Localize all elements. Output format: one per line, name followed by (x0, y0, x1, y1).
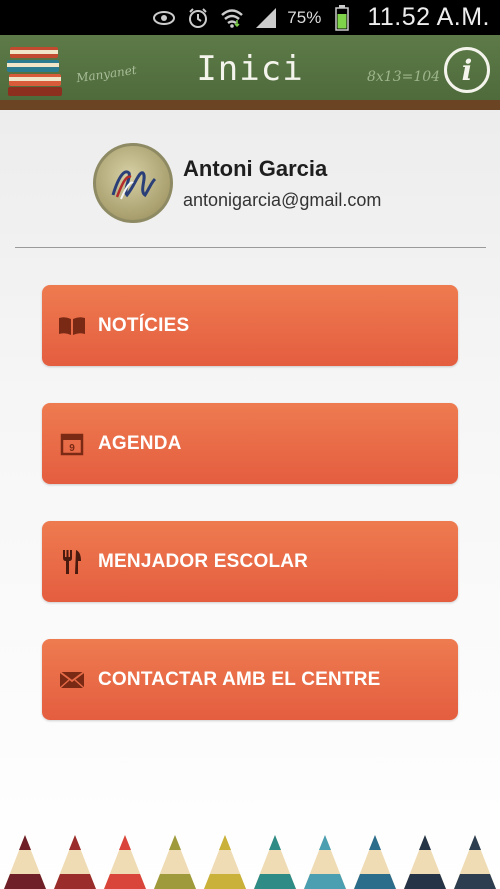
signal-icon (253, 5, 279, 31)
pencil (304, 835, 346, 889)
wifi-icon (219, 5, 245, 31)
pencil (154, 835, 196, 889)
user-profile: Antoni Garcia antonigarcia@gmail.com (93, 143, 381, 223)
info-button[interactable]: i (444, 47, 490, 93)
action-bar: Manyanet Inici 8x13=104 i (0, 35, 500, 110)
pencil (104, 835, 146, 889)
status-clock: 11.52 A.M. (367, 3, 490, 31)
agenda-label: AGENDA (98, 432, 182, 454)
avatar (93, 143, 173, 223)
contact-label: CONTACTAR AMB EL CENTRE (98, 668, 381, 690)
status-bar: 75% 11.52 A.M. (0, 0, 500, 35)
pencils-decoration (4, 835, 496, 889)
pencil (354, 835, 396, 889)
chalk-text-right: 8x13=104 (367, 69, 441, 85)
news-label: NOTÍCIES (98, 314, 190, 336)
info-icon: i (461, 53, 473, 87)
dining-button[interactable]: MENJADOR ESCOLAR (42, 521, 458, 602)
battery-icon (329, 4, 355, 31)
school-logo-icon (111, 170, 157, 200)
pencil (4, 835, 46, 889)
pencil (404, 835, 446, 889)
fork-knife-icon (58, 548, 86, 576)
envelope-icon (58, 666, 86, 694)
dining-label: MENJADOR ESCOLAR (98, 550, 309, 572)
alarm-icon (185, 5, 211, 31)
divider (15, 247, 486, 248)
battery-percent: 75% (287, 7, 322, 27)
user-email: antonigarcia@gmail.com (183, 189, 382, 210)
pencil (454, 835, 496, 889)
contact-button[interactable]: CONTACTAR AMB EL CENTRE (42, 639, 458, 720)
calendar-icon: 9 (58, 430, 86, 458)
book-icon (58, 312, 86, 340)
eye-icon (151, 5, 177, 31)
calendar-day: 9 (69, 443, 75, 454)
pencil (254, 835, 296, 889)
user-name: Antoni Garcia (183, 155, 328, 181)
news-button[interactable]: NOTÍCIES (42, 285, 458, 366)
profile-text: Antoni Garcia antonigarcia@gmail.com (183, 156, 381, 211)
pencil (54, 835, 96, 889)
pencil (204, 835, 246, 889)
agenda-button[interactable]: 9 AGENDA (42, 403, 458, 484)
